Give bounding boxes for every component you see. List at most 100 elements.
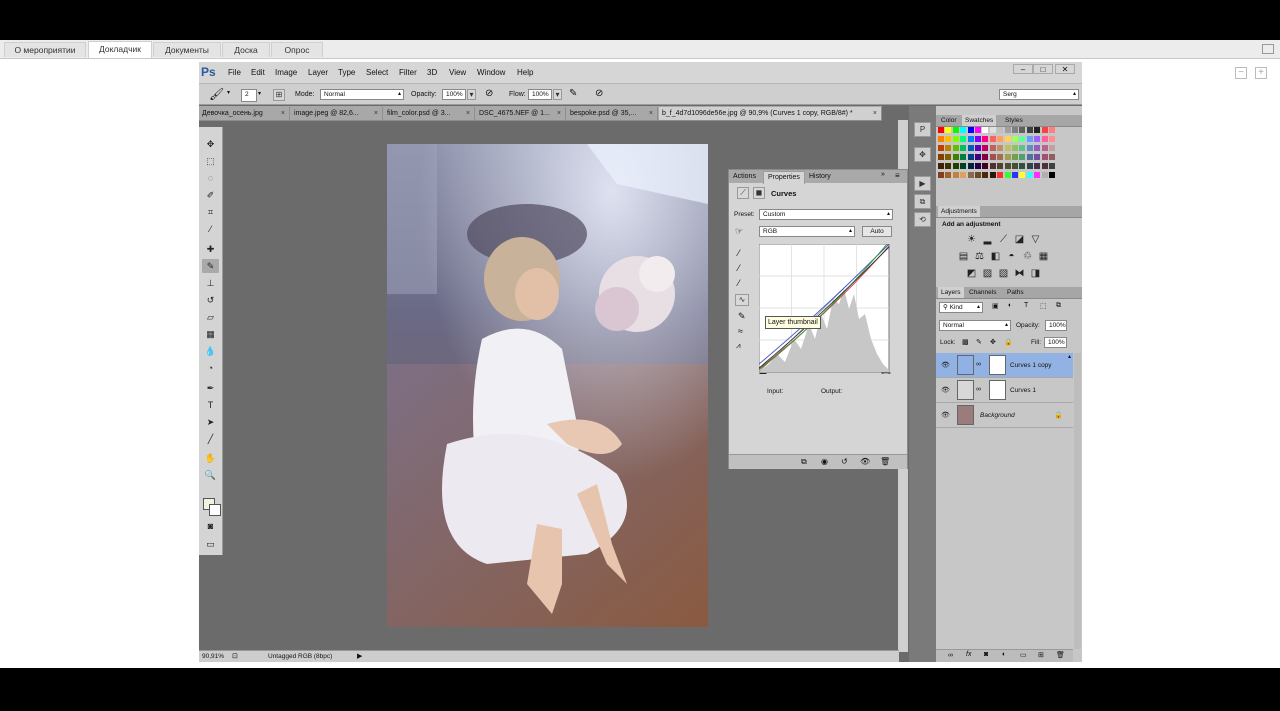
layer-row[interactable]: 👁 ∞ Curves 1 copy [936, 353, 1073, 378]
quick-select-tool-icon[interactable]: ✐ [202, 188, 219, 202]
color-swatch[interactable] [975, 154, 981, 160]
color-swatch[interactable] [1019, 154, 1026, 160]
color-swatch[interactable] [960, 154, 967, 160]
color-swatch[interactable] [1026, 163, 1033, 169]
color-swatch[interactable] [1034, 136, 1041, 142]
zoom-in-button[interactable]: + [1255, 67, 1267, 79]
color-swatch[interactable] [1004, 127, 1011, 133]
pencil-draw-icon[interactable]: ✎ [738, 311, 746, 322]
doc-tab[interactable]: bespoke.psd @ 35,... × [567, 107, 658, 120]
smart-filter-icon[interactable]: ⧉ [1056, 302, 1061, 310]
color-swatch[interactable] [1026, 127, 1033, 133]
stamp-tool-icon[interactable]: ⊥ [202, 276, 219, 290]
menu-file[interactable]: File [228, 68, 241, 77]
color-swatch[interactable] [945, 154, 952, 160]
link-layers-icon[interactable]: ∞ [948, 652, 953, 659]
color-swatch[interactable] [1034, 127, 1041, 133]
eraser-tool-icon[interactable]: ▱ [202, 310, 219, 324]
color-swatch[interactable] [1049, 145, 1055, 151]
color-swatch[interactable] [952, 145, 959, 151]
color-swatch[interactable] [997, 163, 1004, 169]
color-swatch[interactable] [1026, 172, 1033, 178]
doc-tab[interactable]: image.jpeg @ 82,6... × [291, 107, 383, 120]
color-swatch[interactable] [975, 145, 981, 151]
layer-row[interactable]: 👁 Background 🔒 [936, 403, 1073, 428]
black-point-eyedropper-icon[interactable]: ⁄ [738, 248, 740, 258]
color-swatch[interactable] [945, 127, 952, 133]
lock-transparency-icon[interactable]: ▩ [962, 338, 969, 346]
color-swatch[interactable] [952, 154, 959, 160]
history-brush-tool-icon[interactable]: ↺ [202, 293, 219, 307]
color-swatch[interactable] [1034, 172, 1041, 178]
color-swatch[interactable] [960, 172, 967, 178]
minimize-button[interactable]: – [1013, 64, 1033, 74]
color-swatch[interactable] [938, 136, 944, 142]
clip-to-layer-icon[interactable]: ⧉ [801, 457, 807, 467]
doc-tab-active[interactable]: b_f_4d7d1096de56e.jpg @ 90,9% (Curves 1 … [659, 107, 882, 120]
levels-icon[interactable]: ▂ [982, 234, 993, 245]
color-swatch[interactable] [938, 172, 944, 178]
actions-icon[interactable]: ▶ [914, 176, 931, 191]
layer-opacity-field[interactable]: 100% [1045, 320, 1067, 331]
color-swatch[interactable] [967, 154, 974, 160]
image-thumbnail[interactable] [957, 405, 974, 425]
menu-select[interactable]: Select [366, 68, 388, 77]
color-swatch[interactable] [975, 136, 981, 142]
color-swatch[interactable] [997, 172, 1004, 178]
color-swatch[interactable] [967, 145, 974, 151]
color-swatch[interactable] [997, 154, 1004, 160]
shape-filter-icon[interactable]: ⬚ [1040, 302, 1047, 310]
color-swatch[interactable] [938, 163, 944, 169]
color-swatch[interactable] [1004, 163, 1011, 169]
color-swatch[interactable] [952, 127, 959, 133]
color-swatch[interactable] [1004, 172, 1011, 178]
color-swatch[interactable] [1041, 154, 1048, 160]
tab-styles[interactable]: Styles [1002, 115, 1026, 126]
collapse-panel-icon[interactable]: » [881, 171, 885, 178]
pixel-filter-icon[interactable]: ▣ [992, 302, 999, 310]
color-swatch[interactable] [952, 172, 959, 178]
color-swatch[interactable] [1019, 145, 1026, 151]
type-filter-icon[interactable]: T [1024, 302, 1028, 309]
color-swatch[interactable] [982, 172, 989, 178]
tab-poll[interactable]: Опрос [271, 42, 323, 57]
color-swatch[interactable] [997, 136, 1004, 142]
color-swatch[interactable] [938, 127, 944, 133]
tab-actions[interactable]: Actions [729, 171, 760, 183]
color-swatch[interactable] [952, 163, 959, 169]
color-swatch[interactable] [1041, 127, 1048, 133]
pressure-size-icon[interactable]: ⊘ [595, 88, 603, 99]
close-icon[interactable]: × [466, 107, 470, 120]
color-swatch[interactable] [975, 127, 981, 133]
workspace-select[interactable]: Serg [999, 89, 1079, 100]
pen-tool-icon[interactable]: ✒ [202, 381, 219, 395]
color-swatch[interactable] [938, 145, 944, 151]
color-swatch[interactable] [989, 145, 996, 151]
brush-presets-icon[interactable]: ✥ [914, 147, 931, 162]
fx-icon[interactable]: fx [966, 651, 971, 658]
tab-about-event[interactable]: О мероприятии [4, 42, 86, 57]
swatches-grid[interactable] [938, 127, 1072, 189]
color-swatch[interactable] [938, 154, 944, 160]
color-swatch[interactable] [1026, 154, 1033, 160]
hand-tool-icon[interactable]: ✋ [202, 451, 219, 465]
tab-properties[interactable]: Properties [763, 171, 805, 184]
background-color-swatch[interactable] [209, 504, 221, 516]
status-arrow-icon[interactable]: ▶ [357, 652, 362, 660]
color-swatch[interactable] [1004, 136, 1011, 142]
color-swatch[interactable] [960, 127, 967, 133]
color-swatch[interactable] [975, 172, 981, 178]
color-swatch[interactable] [975, 163, 981, 169]
color-swatch[interactable] [1049, 136, 1055, 142]
tab-speaker[interactable]: Докладчик [88, 41, 152, 58]
close-icon[interactable]: × [649, 107, 653, 120]
brightness-icon[interactable]: ☀ [966, 234, 977, 245]
vibrance-icon[interactable]: ▽ [1030, 234, 1041, 245]
invert-icon[interactable]: ◩ [966, 268, 977, 279]
color-swatch[interactable] [1041, 145, 1048, 151]
tab-swatches[interactable]: Swatches [962, 115, 997, 126]
color-swatch[interactable] [1004, 154, 1011, 160]
color-swatch[interactable] [1026, 136, 1033, 142]
color-swatch[interactable] [1026, 145, 1033, 151]
color-swatch[interactable] [1049, 172, 1055, 178]
